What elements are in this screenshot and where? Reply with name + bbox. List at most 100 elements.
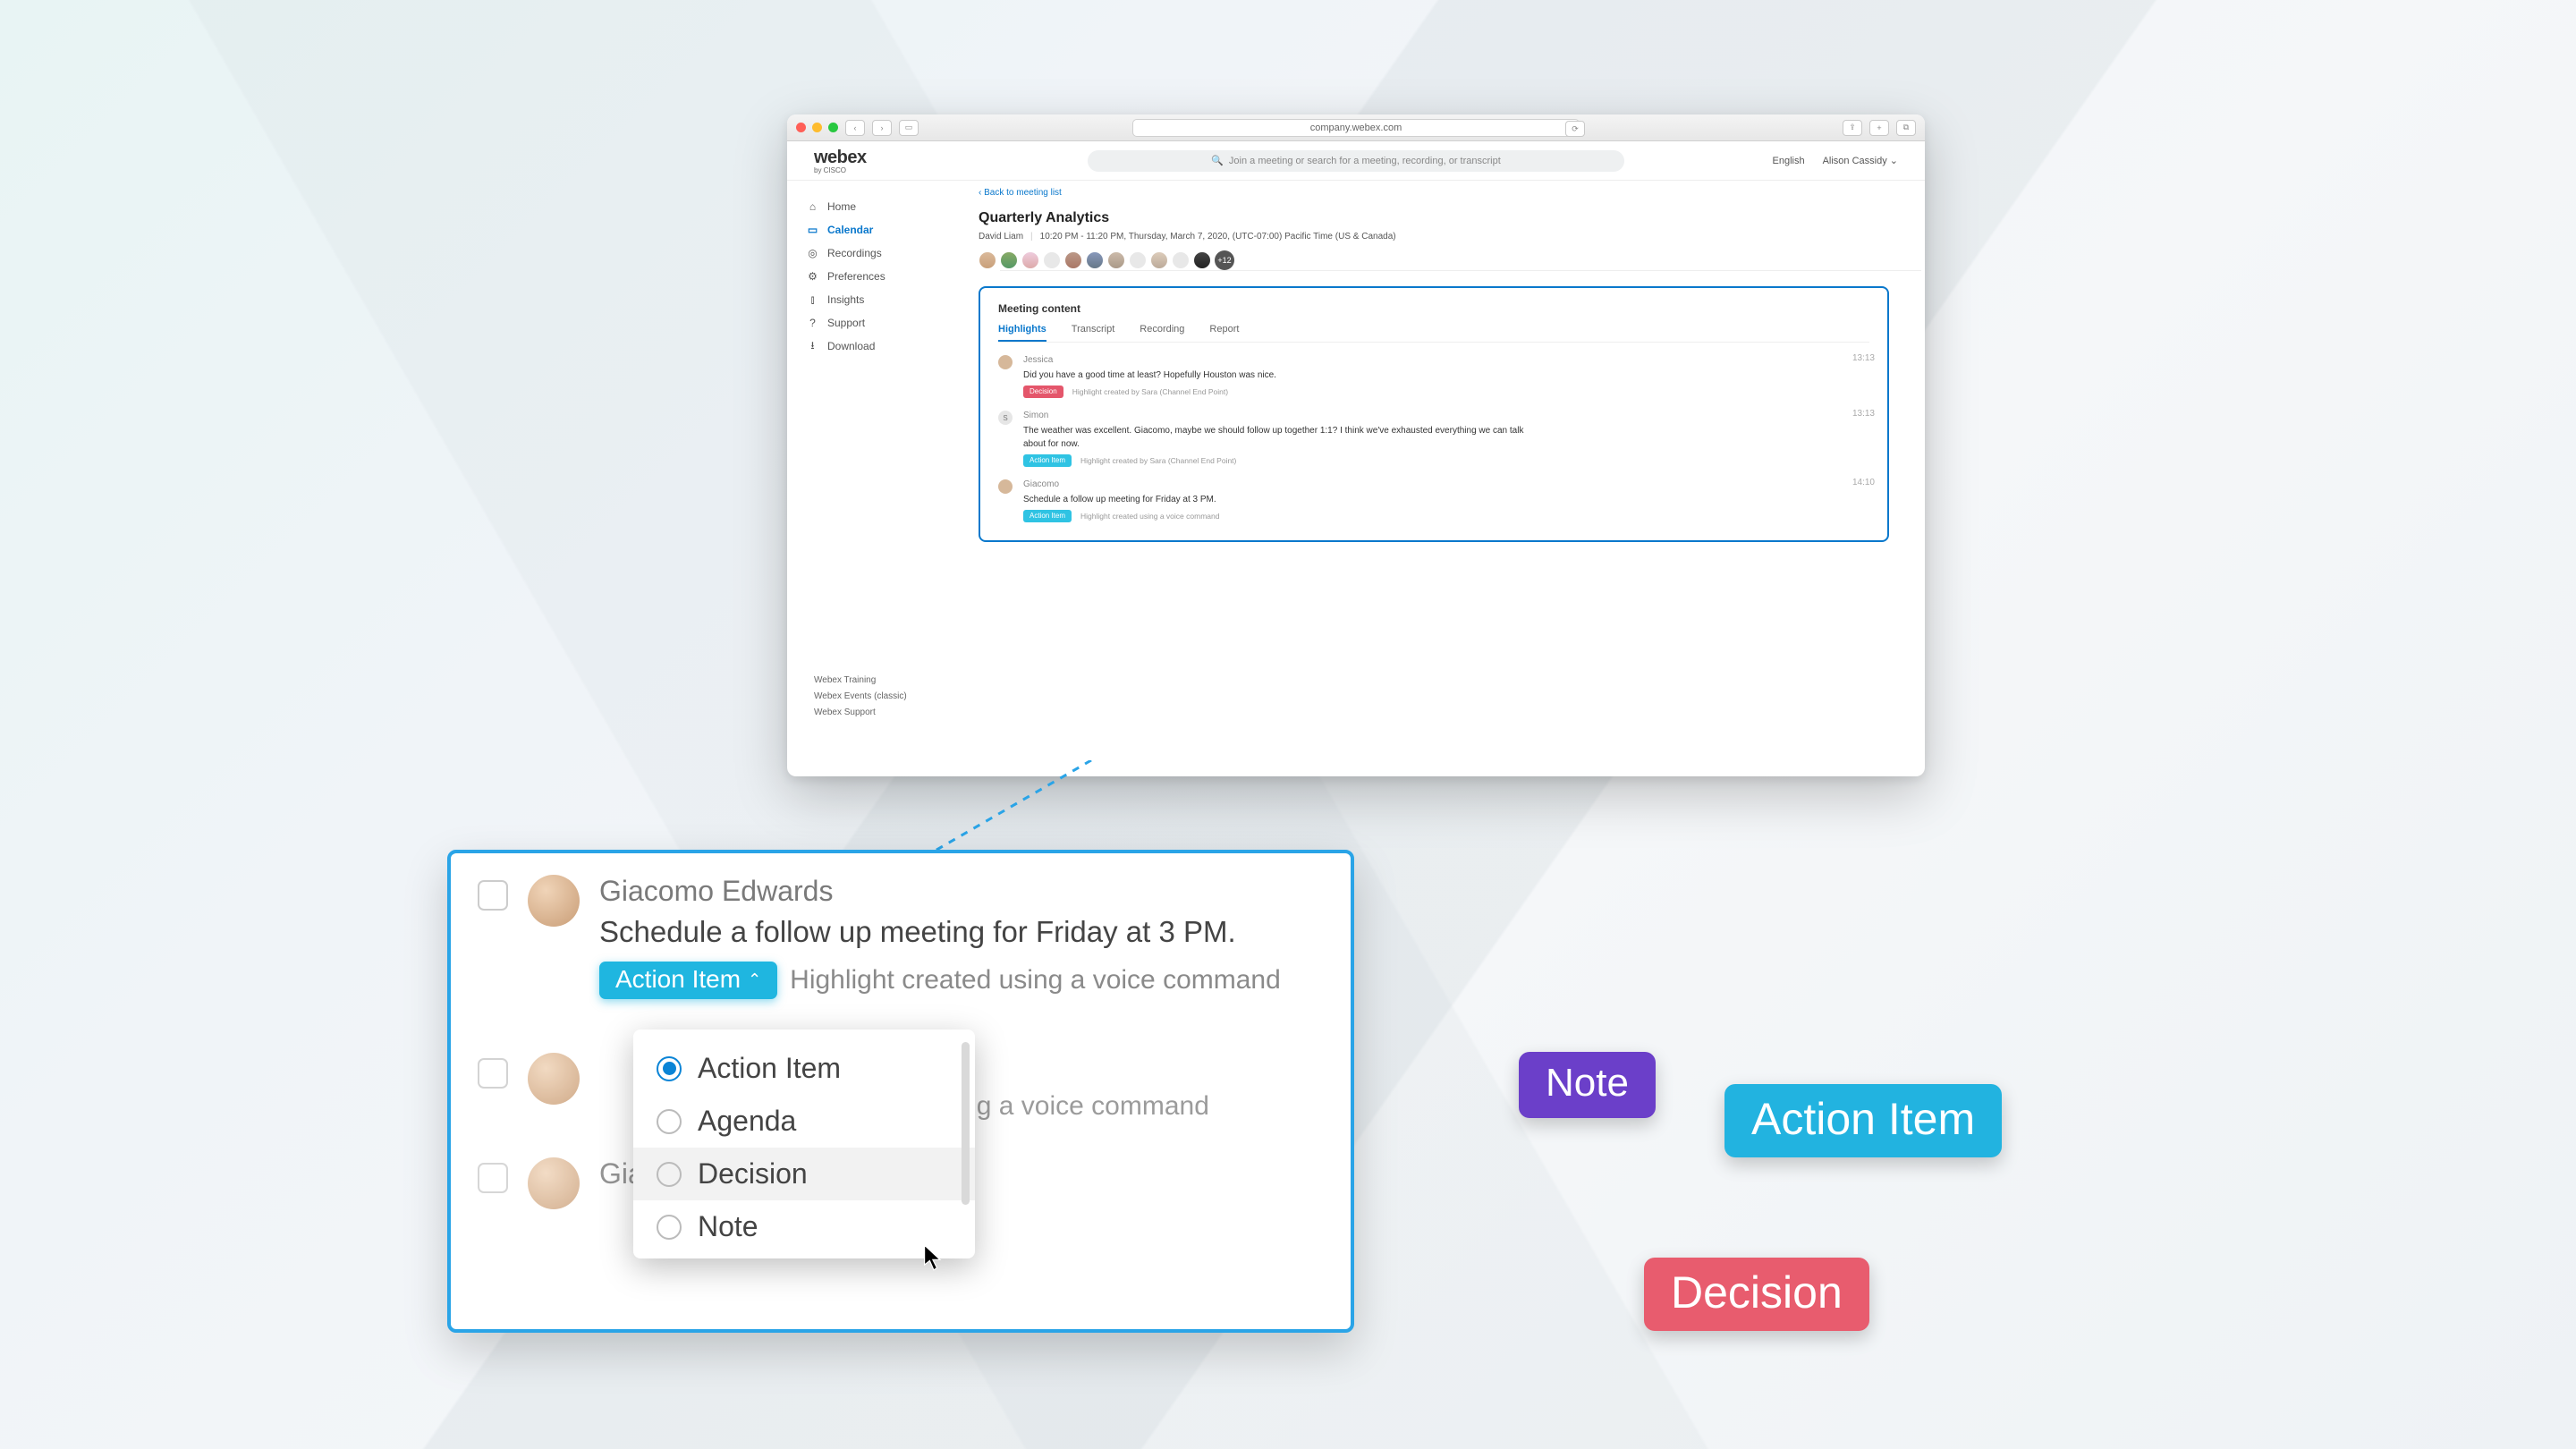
highlight-author: Simon [1023, 409, 1524, 422]
browser-chrome: ‹ › ▭ company.webex.com ⟳ ⇪ + ⧉ [787, 114, 1925, 141]
sidebar-item-home[interactable]: ⌂Home [787, 195, 966, 218]
highlight-badge[interactable]: Decision [1023, 386, 1063, 398]
meeting-time: 10:20 PM - 11:20 PM, Thursday, March 7, … [1040, 232, 1396, 242]
highlight-source: Highlight created using a voice command [1080, 511, 1219, 522]
tab-recording[interactable]: Recording [1140, 324, 1184, 342]
app-logo: webex by CISCO [814, 148, 867, 174]
language-selector[interactable]: English [1773, 156, 1805, 166]
global-search[interactable]: 🔍 Join a meeting or search for a meeting… [1088, 150, 1624, 172]
download-icon: ⭳ [807, 341, 818, 352]
cursor-icon [923, 1244, 945, 1278]
avatar [528, 1053, 580, 1105]
avatar[interactable] [1193, 251, 1211, 269]
checkbox[interactable] [478, 1058, 508, 1089]
nav-fwd-button[interactable]: › [872, 120, 892, 136]
tab-transcript[interactable]: Transcript [1072, 324, 1115, 342]
avatar [528, 1157, 580, 1209]
minimize-icon[interactable] [812, 123, 822, 132]
dropdown-option-agenda[interactable]: Agenda [633, 1095, 975, 1148]
avatar[interactable] [1043, 251, 1061, 269]
dropdown-option-decision[interactable]: Decision [633, 1148, 975, 1200]
footer-link[interactable]: Webex Events (classic) [814, 689, 907, 705]
sidebar-footer: Webex Training Webex Events (classic) We… [814, 673, 907, 721]
category-pill-decision: Decision [1644, 1258, 1869, 1331]
search-icon: 🔍 [1211, 155, 1224, 166]
url-text: company.webex.com [1310, 123, 1402, 133]
panel-title: Meeting content [998, 302, 1869, 315]
gear-icon: ⚙ [807, 271, 818, 283]
avatar[interactable] [1107, 251, 1125, 269]
sidebar-item-support[interactable]: ?Support [787, 311, 966, 335]
avatar: S [998, 411, 1013, 425]
avatar [998, 479, 1013, 494]
new-tab-icon[interactable]: + [1869, 120, 1889, 136]
checkbox[interactable] [478, 1163, 508, 1193]
category-pill-action-item: Action Item [1724, 1084, 2002, 1157]
highlight-time: 13:13 [1852, 409, 1875, 419]
tab-report[interactable]: Report [1209, 324, 1239, 342]
avatar[interactable] [979, 251, 996, 269]
tab-highlights[interactable]: Highlights [998, 324, 1046, 342]
meeting-content-panel: Meeting content Highlights Transcript Re… [979, 286, 1889, 542]
tabs-icon[interactable]: ⧉ [1896, 120, 1916, 136]
highlight-author: Jessica [1023, 353, 1276, 367]
sidebar-item-insights[interactable]: ⫾Insights [787, 288, 966, 311]
highlight-author: Giacomo [1023, 478, 1219, 491]
chevron-up-icon: ⌃ [748, 970, 761, 989]
avatar[interactable] [1021, 251, 1039, 269]
category-dropdown[interactable]: Action Item Agenda Decision Note [633, 1030, 975, 1258]
avatar[interactable] [1172, 251, 1190, 269]
highlight-source: Highlight created by Sara (Channel End P… [1080, 455, 1236, 467]
category-pill-note: Note [1519, 1052, 1656, 1118]
user-menu[interactable]: Alison Cassidy ⌄ [1823, 155, 1898, 166]
chevron-down-icon: ⌄ [1890, 156, 1898, 166]
address-bar[interactable]: company.webex.com [1132, 119, 1580, 137]
home-icon: ⌂ [807, 201, 818, 213]
maximize-icon[interactable] [828, 123, 838, 132]
avatar [528, 875, 580, 927]
radio-icon [657, 1162, 682, 1187]
meeting-title: Quarterly Analytics [979, 210, 1889, 226]
highlight-row: Giacomo Edwards Schedule a follow up mee… [451, 853, 1351, 999]
radio-icon [657, 1109, 682, 1134]
back-link[interactable]: ‹ Back to meeting list [979, 188, 1889, 198]
radio-selected-icon [657, 1056, 682, 1081]
main-content: ‹ Back to meeting list Quarterly Analyti… [966, 181, 1925, 776]
meeting-meta: David Liam | 10:20 PM - 11:20 PM, Thursd… [979, 232, 1889, 242]
checkbox[interactable] [478, 880, 508, 911]
highlight-item: Jessica Did you have a good time at leas… [998, 353, 1869, 398]
search-placeholder: Join a meeting or search for a meeting, … [1229, 156, 1501, 166]
footer-link[interactable]: Webex Training [814, 673, 907, 689]
help-icon: ? [807, 318, 818, 329]
attendee-overflow[interactable]: +12 [1215, 250, 1234, 270]
share-icon[interactable]: ⇪ [1843, 120, 1862, 136]
sidebar-item-download[interactable]: ⭳Download [787, 335, 966, 358]
dropdown-option-action-item[interactable]: Action Item [633, 1042, 975, 1095]
highlight-badge[interactable]: Action Item [1023, 510, 1072, 522]
sidebar-item-recordings[interactable]: ◎Recordings [787, 242, 966, 265]
avatar[interactable] [1000, 251, 1018, 269]
highlight-time: 14:10 [1852, 478, 1875, 487]
recordings-icon: ◎ [807, 248, 818, 259]
window-controls[interactable] [796, 123, 838, 132]
sidebar-item-calendar[interactable]: ▭Calendar [787, 218, 966, 242]
avatar[interactable] [1086, 251, 1104, 269]
highlight-text: Did you have a good time at least? Hopef… [1023, 369, 1276, 382]
close-icon[interactable] [796, 123, 806, 132]
avatar[interactable] [1150, 251, 1168, 269]
avatar [998, 355, 1013, 369]
category-dropdown-trigger[interactable]: Action Item⌃ [599, 962, 777, 999]
highlight-source: Highlight created by Sara (Channel End P… [1072, 386, 1228, 398]
app-header: webex by CISCO 🔍 Join a meeting or searc… [787, 141, 1925, 181]
content-tabs: Highlights Transcript Recording Report [998, 324, 1869, 343]
footer-link[interactable]: Webex Support [814, 705, 907, 721]
refresh-icon[interactable]: ⟳ [1565, 121, 1585, 137]
highlight-badge[interactable]: Action Item [1023, 454, 1072, 467]
sidebar-item-preferences[interactable]: ⚙Preferences [787, 265, 966, 288]
chart-icon: ⫾ [807, 294, 818, 306]
avatar[interactable] [1064, 251, 1082, 269]
scrollbar[interactable] [962, 1042, 970, 1205]
nav-back-button[interactable]: ‹ [845, 120, 865, 136]
avatar[interactable] [1129, 251, 1147, 269]
sidebar-toggle-icon[interactable]: ▭ [899, 120, 919, 136]
